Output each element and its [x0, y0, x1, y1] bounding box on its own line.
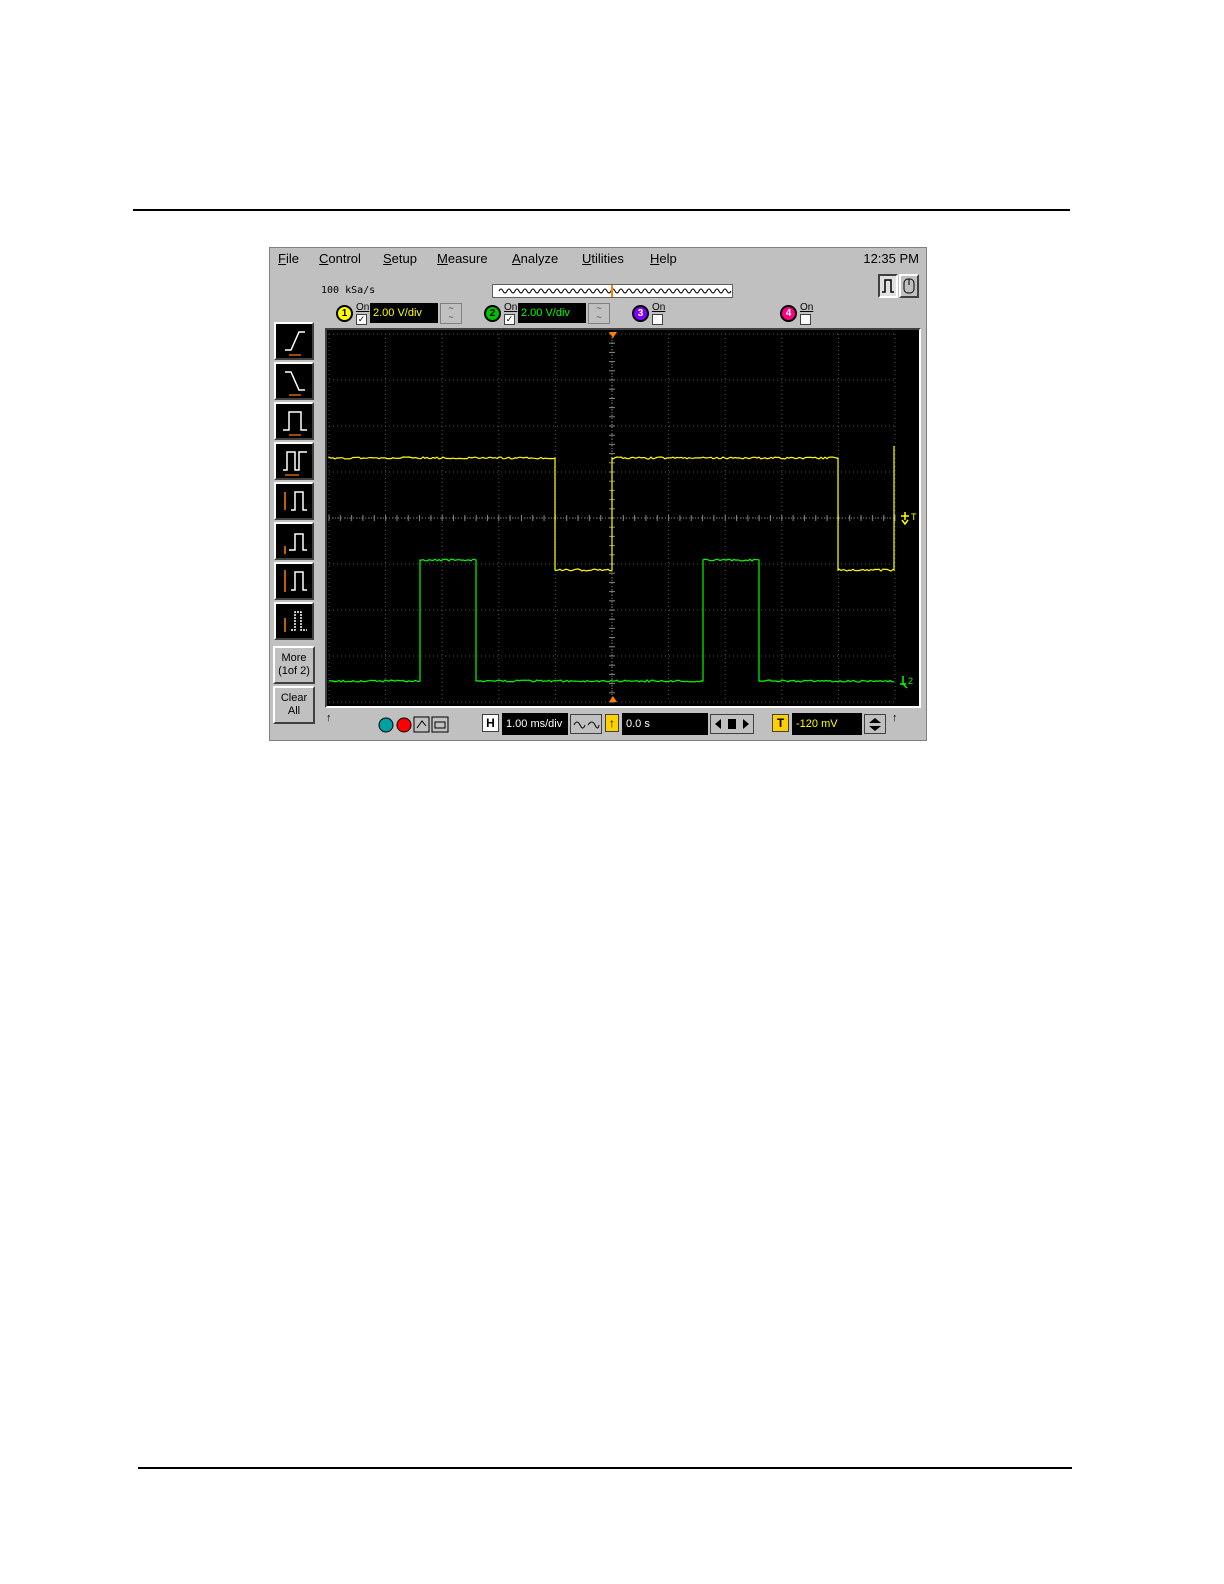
- pulse-width-icon: [279, 406, 311, 438]
- trigger-level-marker-icon: [901, 512, 909, 524]
- rise-time-button[interactable]: [274, 322, 314, 360]
- horizontal-label: H: [482, 714, 499, 732]
- channel-1-scale[interactable]: 2.00 V/div: [370, 303, 438, 323]
- time-per-division[interactable]: 1.00 ms/div: [502, 713, 568, 735]
- more-button[interactable]: More (1of 2): [273, 646, 315, 684]
- channel-2-badge[interactable]: 2: [484, 305, 501, 322]
- waveform-graticule: T 2: [327, 330, 919, 706]
- channel-4-checkbox[interactable]: [800, 314, 811, 325]
- waveform-overview[interactable]: [492, 284, 733, 298]
- channel-1-scale-stepper[interactable]: ~ ~: [440, 303, 462, 324]
- menu-utilities[interactable]: Utilities: [582, 251, 624, 266]
- pulse-width-button[interactable]: [274, 402, 314, 440]
- menu-analyze[interactable]: Analyze: [512, 251, 558, 266]
- fall-time-button[interactable]: [274, 362, 314, 400]
- menu-bar: File Control Setup Measure Analyze Utili…: [270, 248, 926, 270]
- print-icon: [432, 717, 448, 732]
- run-controls: [376, 714, 450, 734]
- position-stepper-icon: [711, 715, 753, 733]
- right-scroll-arrow-icon[interactable]: ↑: [892, 712, 898, 724]
- vpp-button[interactable]: [274, 482, 314, 520]
- channel-2-ground-marker-icon: [900, 676, 907, 688]
- position-stepper[interactable]: [710, 714, 754, 734]
- top-panel: 100 kSa/s 1 On ✓ 2.00 V/div ~ ~ 2 On ✓ 2…: [318, 270, 924, 328]
- vmin-button[interactable]: [274, 522, 314, 560]
- fall-time-icon: [279, 366, 311, 398]
- trigger-position-icon: ↑: [605, 714, 619, 732]
- menu-file[interactable]: File: [278, 251, 299, 266]
- channel-3-checkbox[interactable]: [652, 314, 663, 325]
- horizontal-position[interactable]: 0.0 s: [622, 713, 708, 735]
- channel-2-ground-marker-label: 2: [908, 676, 913, 686]
- sample-rate: 100 kSa/s: [321, 285, 375, 296]
- channel-4-badge[interactable]: 4: [780, 305, 797, 322]
- clock: 12:35 PM: [863, 251, 919, 266]
- measurement-toolbar: More (1of 2) Clear All: [270, 270, 318, 741]
- channel-3-on-label: On: [652, 302, 665, 313]
- more-page-label: (1of 2): [275, 665, 313, 678]
- top-rule: [133, 209, 1070, 211]
- autoscale-icon: [414, 717, 429, 732]
- period-icon: [279, 446, 311, 478]
- timebase-stepper[interactable]: [570, 714, 602, 734]
- vavg-icon: [279, 606, 311, 638]
- trigger-level-stepper[interactable]: [864, 714, 886, 734]
- trigger-level-marker-label: T: [911, 512, 917, 522]
- more-label: More: [275, 652, 313, 665]
- channel-4-on-label: On: [800, 302, 813, 313]
- trigger-level[interactable]: -120 mV: [792, 713, 862, 735]
- run-controls-icons: [376, 714, 450, 734]
- trigger-top-marker-icon: [609, 332, 617, 338]
- left-scroll-arrow-icon[interactable]: ↑: [326, 712, 332, 724]
- channel-2-checkbox[interactable]: ✓: [504, 314, 515, 325]
- mouse-mode-button[interactable]: [899, 274, 919, 298]
- channel-2-scale-stepper[interactable]: ~ ~: [588, 303, 610, 324]
- channel-2-on-label: On: [504, 302, 517, 313]
- mouse-icon: [901, 276, 917, 296]
- trigger-bottom-marker-icon: [609, 696, 617, 702]
- channel-2-scale[interactable]: 2.00 V/div: [518, 303, 586, 323]
- vmin-icon: [279, 526, 311, 558]
- menu-help[interactable]: Help: [650, 251, 677, 266]
- menu-measure[interactable]: Measure: [437, 251, 488, 266]
- overview-waveform: [493, 285, 732, 297]
- vpp-icon: [279, 486, 311, 518]
- channel-1-on-label: On: [356, 302, 369, 313]
- channel-1-trace: [329, 446, 894, 571]
- pulse-mode-button[interactable]: [878, 274, 898, 298]
- waveform-display[interactable]: T 2: [325, 328, 921, 708]
- stop-icon: [397, 718, 411, 732]
- vavg-button[interactable]: [274, 602, 314, 640]
- channel-1-badge[interactable]: 1: [336, 305, 353, 322]
- vmax-icon: [279, 566, 311, 598]
- all-label: All: [275, 705, 313, 718]
- timebase-stepper-icon: [571, 715, 601, 733]
- channel-3-badge[interactable]: 3: [632, 305, 649, 322]
- period-button[interactable]: [274, 442, 314, 480]
- bottom-control-bar: ↑ H 1.00 ms/div ↑ 0.0 s T -120 mV ↑: [322, 710, 926, 740]
- clear-label: Clear: [275, 692, 313, 705]
- pulse-icon: [880, 276, 896, 296]
- trigger-level-stepper-icon: [865, 715, 885, 733]
- bottom-rule: [138, 1467, 1072, 1469]
- mode-buttons: [878, 274, 920, 298]
- trigger-label: T: [772, 714, 789, 732]
- vmax-button[interactable]: [274, 562, 314, 600]
- run-icon: [379, 718, 393, 732]
- oscilloscope-window: File Control Setup Measure Analyze Utili…: [269, 247, 927, 741]
- menu-setup[interactable]: Setup: [383, 251, 417, 266]
- clear-all-button[interactable]: Clear All: [273, 686, 315, 724]
- channel-1-checkbox[interactable]: ✓: [356, 314, 367, 325]
- rise-time-icon: [279, 326, 311, 358]
- menu-control[interactable]: Control: [319, 251, 361, 266]
